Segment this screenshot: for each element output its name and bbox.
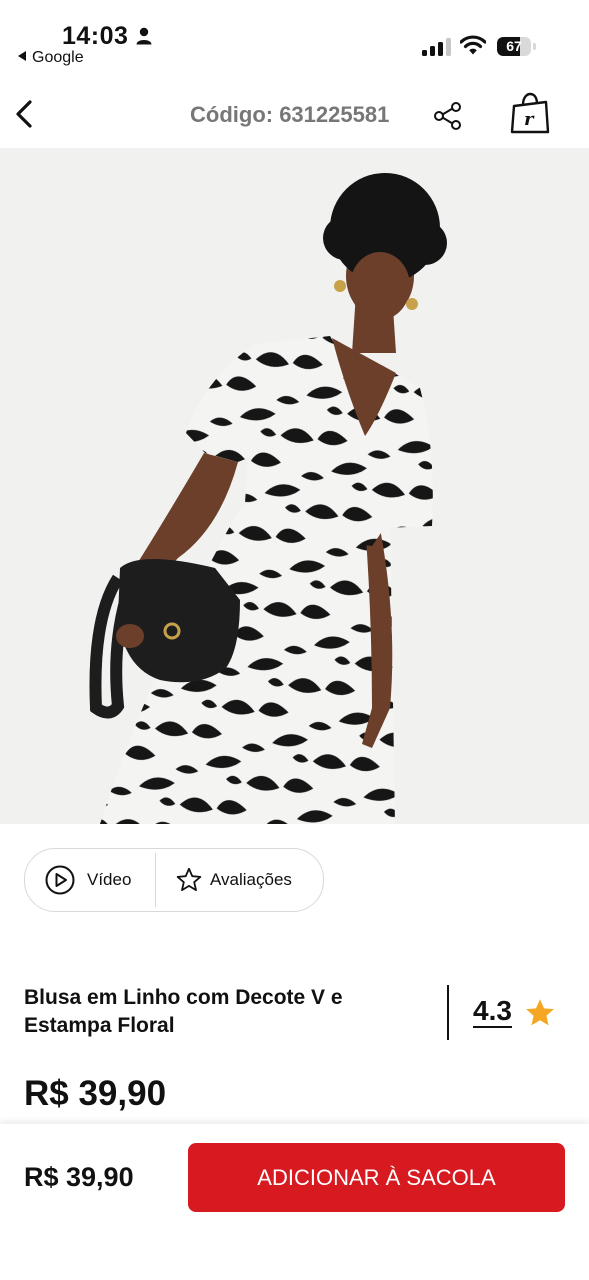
bottom-purchase-bar: R$ 39,90 ADICIONAR À SACOLA xyxy=(0,1124,589,1280)
svg-text:r: r xyxy=(524,109,535,130)
reviews-label: Avaliações xyxy=(210,870,292,889)
back-app-label: Google xyxy=(32,49,84,66)
video-button[interactable]: Vídeo xyxy=(25,849,155,911)
back-triangle-icon xyxy=(18,51,26,61)
video-label: Vídeo xyxy=(87,870,132,889)
battery-percent: 67 xyxy=(506,38,522,54)
play-icon xyxy=(45,865,75,895)
rating-value[interactable]: 4.3 xyxy=(473,996,512,1028)
product-price: R$ 39,90 xyxy=(24,1074,167,1113)
back-button[interactable] xyxy=(10,96,38,132)
star-filled-icon xyxy=(526,999,554,1026)
title-rating-divider xyxy=(447,985,449,1040)
product-code: Código: 631225581 xyxy=(190,102,390,127)
cellular-signal-icon xyxy=(422,38,451,56)
star-outline-icon xyxy=(176,867,202,891)
status-bar: 14:03 Google 67 xyxy=(0,0,589,72)
media-pills: Vídeo Avaliações xyxy=(24,848,324,912)
status-time: 14:03 xyxy=(62,22,129,50)
add-to-bag-button[interactable]: ADICIONAR À SACOLA xyxy=(188,1143,565,1212)
bottom-price: R$ 39,90 xyxy=(24,1162,134,1192)
shopping-bag-icon[interactable]: r xyxy=(508,92,552,136)
share-icon[interactable] xyxy=(432,100,464,132)
battery-indicator: 67 xyxy=(497,37,531,56)
product-image[interactable] xyxy=(0,148,589,824)
model-illustration xyxy=(89,173,447,824)
reviews-button[interactable]: Avaliações xyxy=(156,849,323,911)
battery-tip xyxy=(533,43,536,50)
back-to-app-link[interactable]: Google xyxy=(18,49,84,67)
wifi-icon xyxy=(460,35,486,55)
product-title: Blusa em Linho com Decote V e Estampa Fl… xyxy=(24,986,343,1037)
person-icon xyxy=(136,27,152,45)
product-header: Código: 631225581 r xyxy=(0,80,589,148)
